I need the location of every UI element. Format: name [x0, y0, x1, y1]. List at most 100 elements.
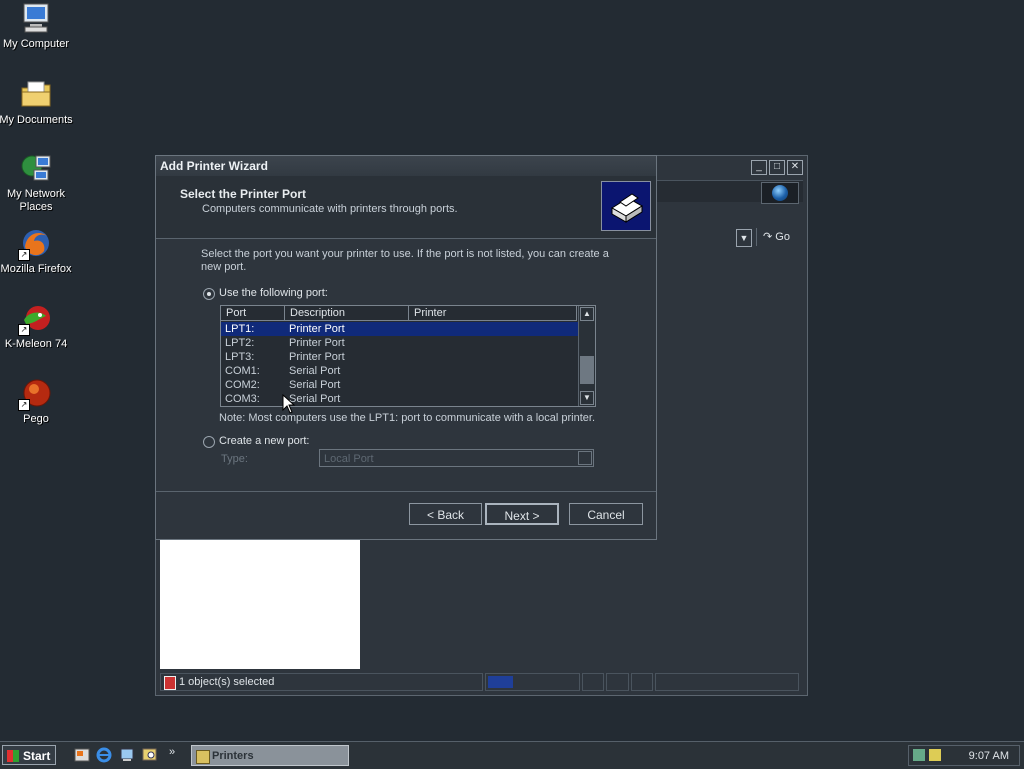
- desktop-icon-label: My Network Places: [6, 188, 66, 213]
- desktop-icon-label: Mozilla Firefox: [0, 263, 72, 275]
- desktop-icon-my-documents[interactable]: My Documents: [0, 78, 74, 127]
- printer-cell: [409, 364, 577, 378]
- desktop-icon-label: My Documents: [0, 114, 73, 126]
- kmeleon-icon: ↗: [18, 302, 52, 336]
- printer-icon: [601, 181, 651, 231]
- next-button[interactable]: Next >: [485, 503, 559, 525]
- printer-cell: [409, 350, 577, 364]
- scroll-up-icon[interactable]: ▲: [580, 307, 594, 321]
- header-title: Select the Printer Port: [180, 187, 307, 201]
- internet-explorer-icon[interactable]: [96, 747, 112, 763]
- status-cell: [630, 673, 654, 691]
- port-cell: LPT1:: [225, 323, 255, 335]
- status-bar: 1 object(s) selected: [160, 673, 801, 691]
- progress-fill: [488, 676, 514, 688]
- explorer-content-pane: [160, 539, 360, 669]
- port-type-value: Local Port: [324, 453, 374, 465]
- description-cell: Printer Port: [289, 323, 345, 335]
- port-cell: COM1:: [225, 365, 260, 377]
- network-icon: [20, 152, 52, 184]
- description-cell: Serial Port: [289, 379, 341, 391]
- port-row[interactable]: COM2: Serial Port: [221, 378, 595, 392]
- pego-icon: ↗: [18, 377, 52, 411]
- status-progress: [485, 673, 580, 691]
- status-text: 1 object(s) selected: [179, 676, 275, 688]
- close-button[interactable]: ✕: [787, 160, 803, 175]
- port-row[interactable]: COM1: Serial Port: [221, 364, 595, 378]
- dialog-title: Add Printer Wizard: [156, 156, 656, 176]
- taskbar-button-printers[interactable]: Printers: [191, 745, 349, 766]
- show-desktop-icon[interactable]: [74, 747, 90, 763]
- computer-icon: [20, 2, 52, 34]
- port-cell: LPT3:: [225, 351, 255, 363]
- port-row[interactable]: LPT1: Printer Port: [221, 322, 595, 336]
- description-cell: Printer Port: [289, 351, 345, 363]
- printers-folder-icon: [196, 750, 210, 764]
- system-tray: 9:07 AM: [908, 745, 1020, 766]
- status-cell: [655, 673, 799, 691]
- use-following-port-radio[interactable]: [203, 288, 215, 300]
- scroll-down-icon[interactable]: ▼: [580, 391, 594, 405]
- desktop-icon-pego[interactable]: ↗ Pego: [0, 377, 74, 426]
- printer-cell: [409, 392, 577, 406]
- create-new-port-radio[interactable]: [203, 436, 215, 448]
- port-type-select[interactable]: Local Port: [319, 449, 594, 467]
- taskbar: Start » Printers 9:07 AM: [0, 741, 1024, 769]
- port-cell: LPT2:: [225, 337, 255, 349]
- port-cell: COM2:: [225, 379, 260, 391]
- column-header-description[interactable]: Description: [285, 306, 409, 321]
- port-list-header: Port Description Printer: [221, 306, 595, 322]
- create-new-port-label[interactable]: Create a new port:: [219, 435, 310, 447]
- desktop-icon-my-computer[interactable]: My Computer: [0, 2, 74, 51]
- port-row[interactable]: LPT3: Printer Port: [221, 350, 595, 364]
- port-row[interactable]: COM3: Serial Port: [221, 392, 595, 406]
- go-button[interactable]: ↷ Go: [756, 228, 809, 246]
- description-cell: Serial Port: [289, 365, 341, 377]
- add-printer-wizard-dialog: Add Printer Wizard Select the Printer Po…: [155, 155, 657, 540]
- port-list[interactable]: Port Description Printer LPT1: Printer Po…: [220, 305, 596, 407]
- header-subtitle: Computers communicate with printers thro…: [202, 203, 458, 215]
- port-cell: COM3:: [225, 393, 260, 405]
- type-label: Type:: [221, 453, 248, 465]
- quicklaunch-chevron-icon[interactable]: »: [169, 746, 175, 758]
- task-label: Printers: [212, 750, 254, 762]
- port-list-scrollbar[interactable]: ▲ ▼: [578, 306, 595, 406]
- chevron-down-icon[interactable]: [578, 451, 592, 465]
- toolbar-strip: [656, 180, 803, 204]
- network-quicklaunch-icon[interactable]: [119, 747, 135, 763]
- shortcut-arrow-icon: ↗: [18, 399, 30, 411]
- port-row[interactable]: LPT2: Printer Port: [221, 336, 595, 350]
- printer-cell: [409, 336, 577, 350]
- windows-flag-icon: [7, 750, 19, 762]
- port-rows: LPT1: Printer Port LPT2: Printer Port LPT3: P…: [221, 322, 595, 406]
- start-button[interactable]: Start: [2, 745, 56, 765]
- desktop-icon-label: Pego: [23, 413, 49, 425]
- minimize-button[interactable]: _: [751, 160, 767, 175]
- back-button[interactable]: < Back: [409, 503, 482, 525]
- desktop-icon-my-network-places[interactable]: My Network Places: [0, 152, 74, 214]
- status-hourglass-icon: [164, 676, 176, 690]
- clock[interactable]: 9:07 AM: [969, 746, 1009, 766]
- search-icon[interactable]: [142, 747, 158, 763]
- column-header-port[interactable]: Port: [221, 306, 285, 321]
- column-header-printer[interactable]: Printer: [409, 306, 577, 321]
- printer-tray-icon[interactable]: [929, 749, 941, 761]
- window-controls: _ □ ✕: [751, 160, 803, 175]
- maximize-button[interactable]: □: [769, 160, 785, 175]
- network-tray-icon[interactable]: [913, 749, 925, 761]
- status-text-cell: 1 object(s) selected: [160, 673, 484, 691]
- instructions-text: Select the port you want your printer to…: [201, 248, 609, 273]
- go-label: Go: [775, 231, 790, 243]
- desktop-icon-mozilla-firefox[interactable]: ↗ Mozilla Firefox: [0, 227, 74, 276]
- scroll-thumb[interactable]: [580, 356, 594, 384]
- cancel-button[interactable]: Cancel: [569, 503, 643, 525]
- printer-cell: [409, 378, 577, 392]
- status-cell: [606, 673, 629, 691]
- desktop-icon-k-meleon[interactable]: ↗ K-Meleon 74: [0, 302, 74, 351]
- globe-icon: [772, 185, 788, 201]
- printer-cell: [409, 322, 577, 336]
- use-following-port-label[interactable]: Use the following port:: [219, 287, 328, 299]
- desktop-icon-label: K-Meleon 74: [4, 338, 68, 350]
- address-dropdown-button[interactable]: ▼: [736, 229, 752, 247]
- firefox-icon: ↗: [18, 227, 52, 261]
